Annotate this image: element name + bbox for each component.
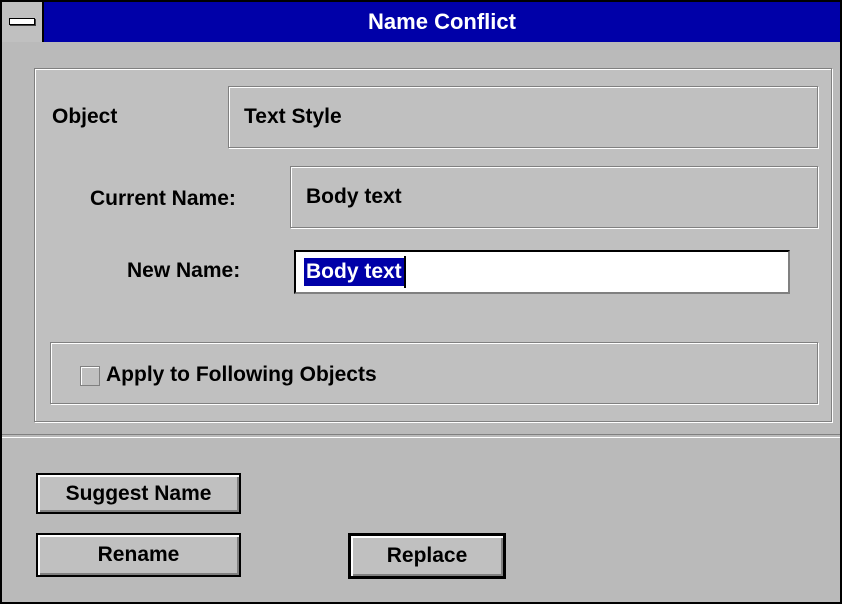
suggest-name-button[interactable]: Suggest Name <box>36 473 241 514</box>
new-name-selected-text: Body text <box>304 258 404 286</box>
apply-checkbox-label[interactable]: Apply to Following Objects <box>106 363 377 387</box>
current-name-field: Body text <box>290 166 818 228</box>
current-name-label: Current Name: <box>90 187 236 210</box>
object-value: Text Style <box>244 105 342 128</box>
title-bar[interactable]: Name Conflict <box>2 2 840 44</box>
apply-checkbox[interactable] <box>80 366 100 386</box>
replace-button[interactable]: Replace <box>348 533 506 579</box>
dialog-title: Name Conflict <box>368 9 516 34</box>
separator <box>2 434 840 438</box>
name-conflict-dialog: Name Conflict Object Text Style Current … <box>0 0 842 604</box>
dialog-body: Object Text Style Current Name: Body tex… <box>2 42 840 602</box>
object-value-field: Text Style <box>228 86 818 148</box>
rename-button[interactable]: Rename <box>36 533 241 577</box>
system-menu-icon <box>9 18 35 25</box>
system-menu-button[interactable] <box>2 2 44 42</box>
current-name-value: Body text <box>306 185 402 208</box>
new-name-label: New Name: <box>127 259 241 282</box>
object-label: Object <box>52 105 118 128</box>
text-caret <box>404 256 406 288</box>
new-name-input[interactable]: Body text <box>294 250 790 294</box>
